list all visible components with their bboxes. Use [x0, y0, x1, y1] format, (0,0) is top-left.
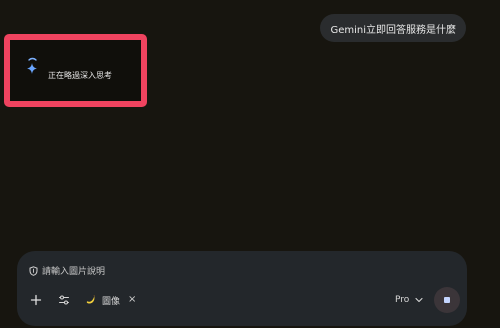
image-mode-label: 圖像 — [102, 296, 121, 307]
model-label: Pro — [395, 295, 410, 305]
prompt-placeholder: 請輸入圖片說明 — [42, 267, 106, 277]
stop-icon — [444, 297, 450, 303]
tools-button[interactable] — [54, 290, 74, 310]
thinking-status-text: 正在略過深入思考 — [48, 71, 112, 80]
tools-settings-icon — [59, 295, 69, 305]
user-message-text: Gemini立即回答服務是什麼 — [330, 24, 456, 36]
model-selector[interactable]: Pro — [395, 290, 423, 310]
shield-icon — [29, 265, 38, 276]
plus-icon — [30, 294, 42, 306]
add-button[interactable] — [26, 290, 46, 310]
chevron-down-icon — [415, 297, 423, 303]
prompt-input-row[interactable]: 請輸入圖片說明 — [29, 264, 105, 277]
gemini-spark-icon — [27, 57, 37, 74]
thinking-status-highlight: 正在略過深入思考 — [4, 34, 147, 107]
prompt-composer: 請輸入圖片說明 圖像 × Pro — [17, 251, 467, 326]
close-icon[interactable]: × — [128, 295, 136, 305]
stop-response-button[interactable] — [434, 287, 460, 313]
banana-icon — [86, 295, 95, 304]
gemini-chat-screen: Gemini立即回答服務是什麼 正在略過深入思考 請輸入圖片說明 圖像 × Pr… — [0, 0, 500, 328]
image-mode-chip[interactable]: 圖像 × — [85, 290, 136, 310]
user-message-bubble: Gemini立即回答服務是什麼 — [320, 14, 466, 42]
